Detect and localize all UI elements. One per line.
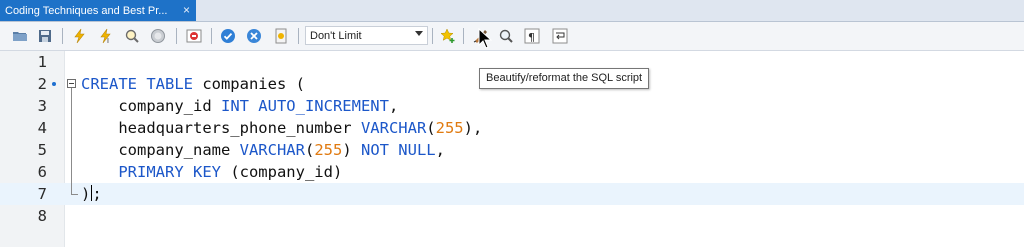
toolbar-separator — [211, 28, 212, 44]
svg-text:¶: ¶ — [528, 31, 535, 44]
editor-line[interactable]: 8 — [0, 205, 1024, 227]
sql-keyword: VARCHAR — [239, 141, 305, 159]
sql-keyword: CREATE TABLE — [81, 75, 193, 93]
line-number: 3 — [37, 97, 47, 115]
sql-editor-toolbar: I Don't Limit ¶ — [0, 22, 1024, 51]
toggle-error-icon[interactable] — [184, 26, 204, 46]
sql-token: (company_id) — [220, 163, 343, 181]
code-text: PRIMARY KEY (company_id) — [81, 161, 342, 183]
sql-keyword: INT AUTO_INCREMENT — [220, 97, 389, 115]
find-icon[interactable] — [496, 26, 516, 46]
sql-token: headquarters_phone_number — [81, 119, 361, 137]
code-text: ); — [81, 183, 102, 205]
sql-keyword: VARCHAR — [360, 119, 427, 137]
fold-guide-line — [71, 88, 72, 95]
sql-token: ) — [81, 185, 91, 203]
sql-token: ( — [304, 141, 315, 159]
fold-guide-line — [71, 139, 72, 161]
editor-line[interactable]: 3 company_id INT AUTO_INCREMENT, — [0, 95, 1024, 117]
toolbar-separator — [298, 28, 299, 44]
chevron-down-icon — [415, 31, 423, 36]
add-snippet-star-icon[interactable] — [438, 26, 458, 46]
line-number: 1 — [37, 53, 47, 71]
fold-guide-line — [71, 161, 72, 183]
editor-line[interactable]: 5 company_name VARCHAR(255) NOT NULL, — [0, 139, 1024, 161]
beautify-tooltip: Beautify/reformat the SQL script — [479, 68, 650, 89]
sql-token: , — [435, 141, 445, 159]
toolbar-separator — [463, 28, 464, 44]
commit-check-icon[interactable] — [218, 26, 238, 46]
fold-toggle-icon[interactable] — [67, 79, 76, 88]
toolbar-separator — [432, 28, 433, 44]
code-text: company_name VARCHAR(255) NOT NULL, — [81, 139, 445, 161]
line-number: 4 — [37, 119, 47, 137]
execute-current-icon[interactable]: I — [96, 26, 116, 46]
code-text: CREATE TABLE companies ( — [81, 73, 305, 95]
open-folder-icon[interactable] — [10, 26, 30, 46]
sql-token: ; — [92, 185, 102, 203]
execute-lightning-icon[interactable] — [70, 26, 90, 46]
statement-marker-icon — [52, 82, 56, 86]
line-number: 7 — [37, 185, 47, 203]
svg-text:I: I — [107, 38, 109, 44]
explain-magnifier-icon[interactable] — [122, 26, 142, 46]
wrap-lines-icon[interactable] — [550, 26, 570, 46]
sql-number: 255 — [314, 141, 343, 159]
sql-number: 255 — [435, 119, 464, 137]
toolbar-separator — [176, 28, 177, 44]
close-tab-icon[interactable]: × — [183, 3, 190, 17]
sql-token: , — [388, 97, 399, 115]
sql-token: companies ( — [192, 75, 305, 93]
toolbar-separator — [62, 28, 63, 44]
editor-line[interactable]: 6 PRIMARY KEY (company_id) — [0, 161, 1024, 183]
fold-end-marker — [71, 183, 78, 195]
sql-keyword: NOT NULL — [360, 141, 436, 159]
fold-guide-line — [71, 117, 72, 139]
row-limit-value: Don't Limit — [310, 29, 362, 42]
stop-icon[interactable] — [148, 26, 168, 46]
line-number: 8 — [37, 207, 47, 225]
mouse-pointer-icon — [478, 28, 492, 49]
sql-token: company_id — [81, 97, 221, 115]
save-icon[interactable] — [35, 26, 55, 46]
autocommit-icon[interactable] — [271, 26, 291, 46]
sql-token: ( — [426, 119, 436, 137]
sql-token: company_name — [81, 141, 240, 159]
code-text: company_id INT AUTO_INCREMENT, — [81, 95, 398, 117]
line-number: 5 — [37, 141, 47, 159]
editor-line[interactable]: 4 headquarters_phone_number VARCHAR(255)… — [0, 117, 1024, 139]
row-limit-select[interactable]: Don't Limit — [305, 26, 428, 45]
editor-tab-strip: Coding Techniques and Best Pr... × — [0, 0, 1024, 22]
sql-token: ), — [463, 119, 483, 137]
sql-tab-title: Coding Techniques and Best Pr... — [5, 4, 168, 17]
sql-tab[interactable]: Coding Techniques and Best Pr... × — [0, 0, 196, 21]
code-text: headquarters_phone_number VARCHAR(255), — [81, 117, 482, 139]
line-number: 6 — [37, 163, 47, 181]
sql-token: ) — [342, 141, 361, 159]
sql-keyword: PRIMARY KEY — [118, 163, 221, 181]
editor-line[interactable]: 7); — [0, 183, 1024, 205]
fold-guide-line — [71, 95, 72, 117]
line-number: 2 — [37, 75, 47, 93]
rollback-cancel-icon[interactable] — [244, 26, 264, 46]
invisible-chars-icon[interactable]: ¶ — [522, 26, 542, 46]
